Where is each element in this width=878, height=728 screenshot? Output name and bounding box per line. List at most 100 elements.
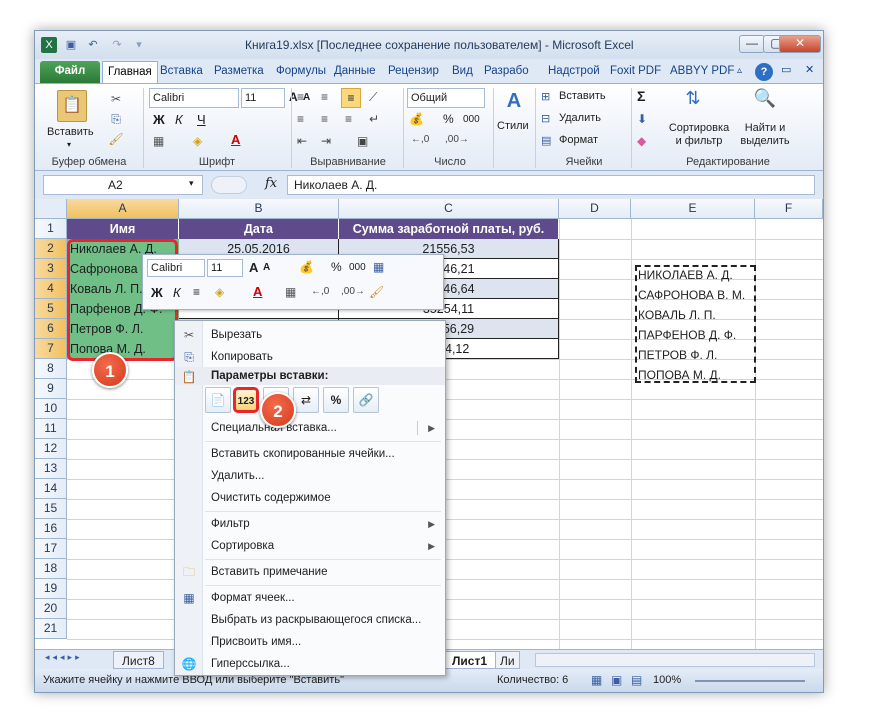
page-break-view-icon[interactable]: ▤	[631, 673, 642, 687]
tab-file[interactable]: Файл	[40, 61, 100, 83]
align-middle-icon[interactable]: ≡	[321, 90, 328, 104]
increase-indent-icon[interactable]: ⇥	[321, 134, 331, 148]
percent-button[interactable]: %	[443, 112, 454, 126]
menu-item-paste-special[interactable]: Специальная вставка...	[211, 417, 439, 439]
sort-filter-icon[interactable]: ⇅	[679, 88, 707, 116]
row-header-5[interactable]: 5	[35, 299, 67, 319]
menu-item-delete[interactable]: Удалить...	[211, 465, 439, 487]
row-header-13[interactable]: 13	[35, 459, 67, 479]
doc-close-icon[interactable]: ✕	[805, 63, 814, 76]
font-size-field[interactable]: 11	[241, 88, 285, 108]
mini-paintbrush-icon[interactable]: 🖌	[369, 285, 384, 299]
normal-view-icon[interactable]: ▦	[591, 673, 602, 687]
insert-cells-icon[interactable]: ⊞	[541, 90, 550, 103]
find-select-icon[interactable]: 🔍	[751, 88, 779, 116]
row-header-12[interactable]: 12	[35, 439, 67, 459]
mini-thousands-button[interactable]: 000	[349, 262, 366, 273]
tab-view[interactable]: Вид	[447, 61, 478, 83]
formula-bar-expander[interactable]	[211, 176, 247, 194]
tab-formulas[interactable]: Формулы	[271, 61, 331, 83]
column-header-b[interactable]: B	[179, 199, 339, 219]
sheet-tab-list8[interactable]: Лист8	[113, 651, 164, 669]
quick-access-dropdown-icon[interactable]: ▾	[131, 37, 147, 53]
delete-cells-icon[interactable]: ⊟	[541, 112, 550, 125]
menu-item-pick-list[interactable]: Выбрать из раскрывающегося списка...	[211, 609, 439, 631]
font-color-icon[interactable]: A	[231, 132, 240, 147]
mini-decrease-decimal-icon[interactable]: ,00→	[341, 286, 365, 297]
row-header-18[interactable]: 18	[35, 559, 67, 579]
styles-button[interactable]: Стили	[497, 120, 529, 132]
tab-page-layout[interactable]: Разметка	[209, 61, 269, 83]
row-header-2[interactable]: 2	[35, 239, 67, 259]
zoom-slider[interactable]	[695, 680, 805, 682]
undo-icon[interactable]: ↶	[85, 37, 101, 53]
page-layout-view-icon[interactable]: ▣	[611, 673, 622, 687]
bold-button[interactable]: Ж	[153, 112, 165, 127]
mini-italic-button[interactable]: К	[173, 285, 181, 300]
clear-icon[interactable]: ◆	[637, 134, 646, 148]
row-header-17[interactable]: 17	[35, 539, 67, 559]
insert-function-button[interactable]: fx	[265, 176, 277, 191]
thousands-button[interactable]: 000	[463, 114, 480, 125]
delete-cells-button[interactable]: Удалить	[559, 112, 601, 124]
row-header-21[interactable]: 21	[35, 619, 67, 639]
font-name-field[interactable]: Calibri	[149, 88, 239, 108]
mini-font-color-icon[interactable]: A	[253, 284, 262, 299]
horizontal-scrollbar[interactable]	[535, 653, 815, 667]
align-left-icon[interactable]: ≡	[297, 112, 304, 126]
align-center-icon[interactable]: ≡	[321, 112, 328, 126]
borders-icon[interactable]: ▦	[153, 134, 164, 148]
format-cells-icon[interactable]: ▤	[541, 134, 551, 147]
tab-insert[interactable]: Вставка	[155, 61, 208, 83]
paste-icon[interactable]: 📋	[57, 90, 87, 122]
row-header-4[interactable]: 4	[35, 279, 67, 299]
paste-option-formatting-icon[interactable]: %	[323, 387, 349, 413]
menu-item-insert-copied[interactable]: Вставить скопированные ячейки...	[211, 443, 439, 465]
name-box-dropdown-icon[interactable]: ▾	[189, 178, 194, 189]
paste-option-paste-icon[interactable]: 📄	[205, 387, 231, 413]
number-format-field[interactable]: Общий	[407, 88, 485, 108]
help-icon[interactable]: ?	[755, 63, 773, 81]
tab-home[interactable]: Главная	[102, 61, 158, 83]
column-header-f[interactable]: F	[755, 199, 823, 219]
row-header-6[interactable]: 6	[35, 319, 67, 339]
tab-addins[interactable]: Надстрой	[543, 61, 605, 83]
decrease-indent-icon[interactable]: ⇤	[297, 134, 307, 148]
name-box[interactable]: A2	[43, 175, 203, 195]
increase-decimal-icon[interactable]: ←,0	[411, 134, 429, 145]
doc-minimize-icon[interactable]: ▭	[781, 63, 791, 76]
shrink-font-icon[interactable]: A	[303, 92, 310, 103]
formula-input[interactable]: Николаев А. Д.	[287, 175, 815, 195]
copy-icon[interactable]: ⎘	[107, 110, 125, 128]
mini-fill-color-icon[interactable]: ◈	[215, 285, 224, 299]
menu-item-filter[interactable]: Фильтр	[211, 513, 439, 535]
sheet-nav-icon[interactable]: ◂◂◂▸▸	[45, 652, 83, 663]
underline-button[interactable]: Ч	[197, 112, 206, 127]
row-header-11[interactable]: 11	[35, 419, 67, 439]
mini-grow-font-icon[interactable]: A	[249, 260, 258, 275]
decrease-decimal-icon[interactable]: ,00→	[445, 134, 469, 145]
insert-cells-button[interactable]: Вставить	[559, 90, 606, 102]
redo-icon[interactable]: ↷	[109, 37, 125, 53]
header-cell-name[interactable]: Имя	[67, 219, 179, 239]
row-header-10[interactable]: 10	[35, 399, 67, 419]
autosum-button[interactable]: Σ	[637, 88, 645, 104]
orientation-icon[interactable]: ⟋	[369, 90, 377, 105]
mini-borders-icon[interactable]: ▦	[285, 285, 296, 299]
save-icon[interactable]: ▣	[63, 37, 79, 53]
row-header-15[interactable]: 15	[35, 499, 67, 519]
row-header-16[interactable]: 16	[35, 519, 67, 539]
find-select-button[interactable]: Найти и выделить	[735, 122, 795, 148]
close-button[interactable]: ✕	[779, 35, 821, 53]
italic-button[interactable]: К	[175, 112, 183, 127]
mini-align-center-icon[interactable]: ≡	[193, 285, 200, 299]
header-cell-date[interactable]: Дата	[179, 219, 339, 239]
row-header-19[interactable]: 19	[35, 579, 67, 599]
row-header-1[interactable]: 1	[35, 219, 67, 239]
fill-icon[interactable]: ⬇	[637, 112, 647, 126]
tab-data[interactable]: Данные	[329, 61, 381, 83]
mini-format-painter-icon[interactable]: ▦	[373, 260, 384, 274]
paste-option-link-icon[interactable]: 🔗	[353, 387, 379, 413]
zoom-level[interactable]: 100%	[653, 674, 681, 686]
minimize-button[interactable]: —	[739, 35, 765, 53]
